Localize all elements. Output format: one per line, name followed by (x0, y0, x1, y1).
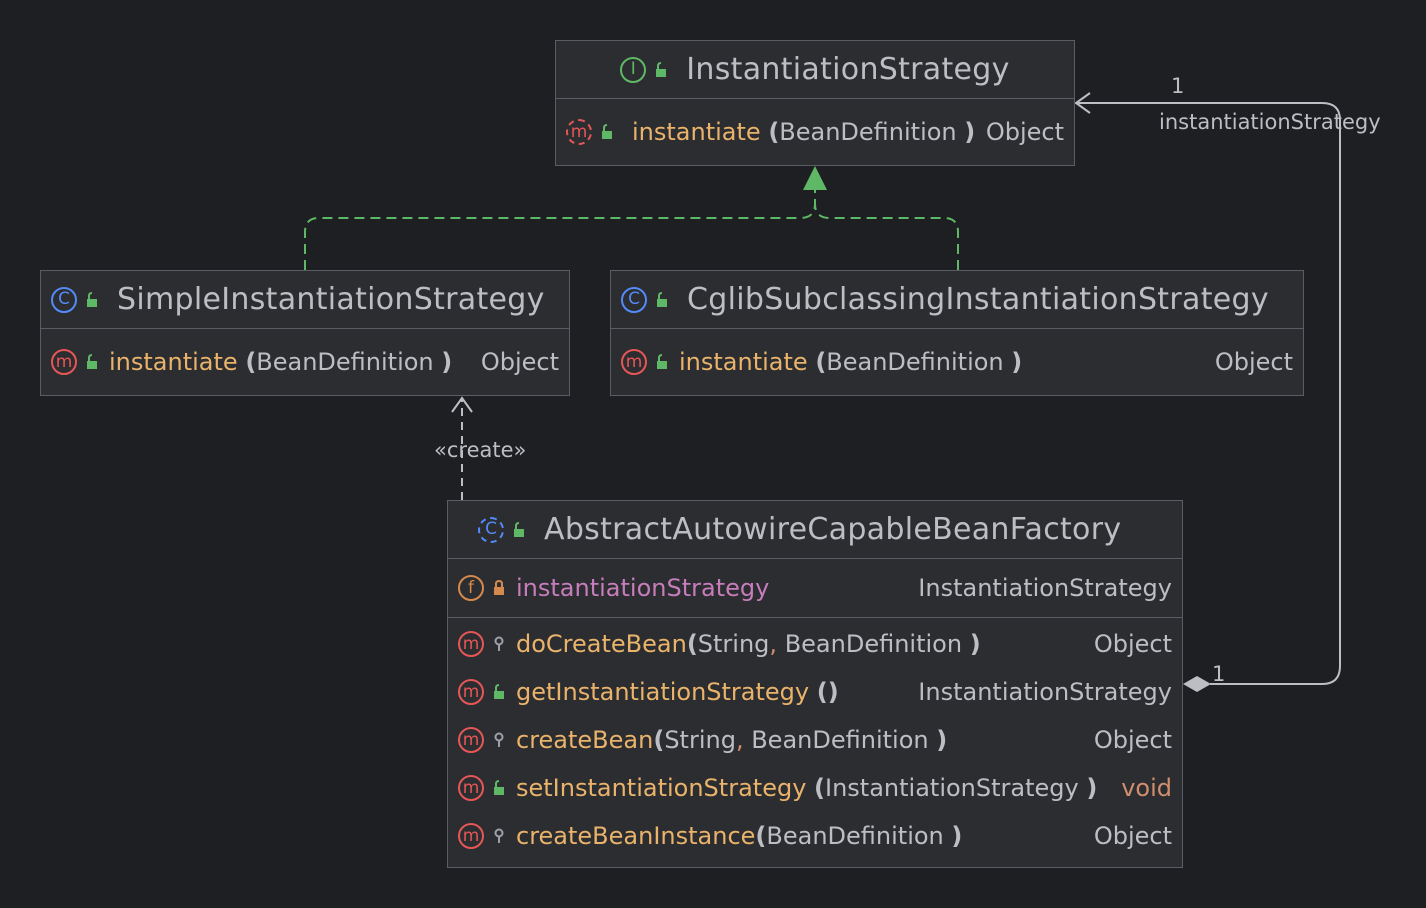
method-params: (BeanDefinition ) (755, 822, 963, 850)
method-return-type: void (1121, 774, 1172, 802)
field-row[interactable]: f instantiationStrategy InstantiationStr… (448, 559, 1182, 617)
fields-section: f instantiationStrategy InstantiationStr… (448, 559, 1182, 618)
class-icon: C (51, 286, 77, 313)
interface-icon: I (620, 56, 647, 83)
public-visibility-icon (87, 291, 97, 307)
method-params: () (816, 678, 839, 706)
method-row[interactable]: m instantiate (BeanDefinition ) Object (611, 329, 1303, 395)
method-return-type: Object (1093, 726, 1172, 754)
method-icon: m (458, 727, 484, 753)
simple-instantiation-strategy-header: C SimpleInstantiationStrategy (41, 271, 569, 329)
method-return-type: Object (1093, 630, 1172, 658)
association-source-multiplicity: 1 (1212, 662, 1226, 686)
field-type: InstantiationStrategy (918, 574, 1172, 602)
public-visibility-icon (87, 354, 97, 369)
association-role-label: instantiationStrategy (1159, 110, 1381, 134)
method-return-type: Object (480, 348, 559, 376)
method-params: (BeanDefinition ) (768, 118, 976, 146)
method-name: instantiate (679, 348, 808, 376)
cglib-subclassing-instantiation-strategy-header: C CglibSubclassingInstantiationStrategy (611, 271, 1303, 329)
method-name: setInstantiationStrategy (516, 774, 807, 802)
class-icon: C (621, 286, 647, 313)
public-visibility-icon (602, 124, 612, 139)
instantiation-strategy-interface[interactable]: I InstantiationStrategy m instantiate (B… (555, 40, 1075, 166)
method-name: createBean (516, 726, 654, 754)
public-visibility-icon (514, 521, 524, 537)
methods-section: m doCreateBean (String, BeanDefinition )… (448, 618, 1182, 860)
method-name: doCreateBean (516, 630, 687, 658)
instantiation-strategy-header: I InstantiationStrategy (556, 41, 1074, 99)
instantiation-strategy-title: InstantiationStrategy (686, 52, 1010, 87)
association-arrowhead (1074, 92, 1091, 114)
realization-arrowhead (803, 166, 827, 190)
public-visibility-icon (657, 354, 667, 369)
method-icon: m (51, 349, 77, 375)
method-params: (BeanDefinition ) (245, 348, 453, 376)
cglib-subclassing-instantiation-strategy-title: CglibSubclassingInstantiationStrategy (687, 282, 1269, 317)
protected-visibility-icon (494, 636, 504, 651)
simple-instantiation-strategy-methods: m instantiate (BeanDefinition ) Object (41, 329, 569, 395)
cglib-subclassing-instantiation-strategy-class[interactable]: C CglibSubclassingInstantiationStrategy … (610, 270, 1304, 396)
method-name: createBeanInstance (516, 822, 756, 850)
abstract-autowire-capable-bean-factory-class[interactable]: C AbstractAutowireCapableBeanFactory f i… (447, 500, 1183, 868)
public-visibility-icon (656, 61, 667, 77)
method-name: getInstantiationStrategy (516, 678, 810, 706)
protected-visibility-icon (494, 828, 504, 843)
method-icon: m (458, 775, 484, 801)
association-target-multiplicity: 1 (1171, 74, 1185, 98)
method-name: instantiate (632, 118, 761, 146)
realization-edge-simple (304, 190, 816, 270)
simple-instantiation-strategy-class[interactable]: C SimpleInstantiationStrategy m instanti… (40, 270, 570, 396)
cglib-subclassing-instantiation-strategy-methods: m instantiate (BeanDefinition ) Object (611, 329, 1303, 395)
method-row[interactable]: m doCreateBean (String, BeanDefinition )… (448, 620, 1182, 668)
method-row[interactable]: m getInstantiationStrategy () Instantiat… (448, 668, 1182, 716)
public-visibility-icon (657, 291, 667, 307)
method-row[interactable]: m setInstantiationStrategy (Instantiatio… (448, 764, 1182, 812)
method-name: instantiate (109, 348, 238, 376)
method-icon: m (621, 349, 647, 375)
public-visibility-icon (494, 780, 504, 795)
realization-edge-cglib (814, 203, 959, 270)
field-icon: f (458, 575, 484, 601)
method-params: (String, BeanDefinition ) (653, 726, 948, 754)
abstract-class-icon: C (478, 516, 504, 543)
protected-visibility-icon (494, 732, 504, 747)
method-icon: m (458, 823, 484, 849)
public-visibility-icon (494, 684, 504, 699)
method-params: (BeanDefinition ) (815, 348, 1023, 376)
method-return-type: Object (985, 118, 1064, 146)
method-icon: m (458, 679, 484, 705)
method-return-type: InstantiationStrategy (918, 678, 1172, 706)
instantiation-strategy-methods: m instantiate (BeanDefinition ) Object (556, 99, 1074, 165)
abstract-method-icon: m (566, 119, 592, 145)
simple-instantiation-strategy-title: SimpleInstantiationStrategy (117, 282, 545, 317)
aggregation-diamond (1183, 676, 1211, 692)
method-row[interactable]: m instantiate (BeanDefinition ) Object (41, 329, 569, 395)
create-dependency-arrowhead (451, 396, 473, 413)
create-stereotype-label: «create» (434, 438, 527, 462)
field-name: instantiationStrategy (516, 574, 770, 602)
method-row[interactable]: m instantiate (BeanDefinition ) Object (556, 99, 1074, 165)
private-visibility-icon (494, 580, 504, 595)
method-params: (InstantiationStrategy ) (814, 774, 1098, 802)
method-return-type: Object (1214, 348, 1293, 376)
abstract-autowire-capable-bean-factory-title: AbstractAutowireCapableBeanFactory (544, 512, 1122, 547)
method-row[interactable]: m createBeanInstance (BeanDefinition ) O… (448, 812, 1182, 860)
method-row[interactable]: m createBean (String, BeanDefinition ) O… (448, 716, 1182, 764)
method-return-type: Object (1093, 822, 1172, 850)
abstract-autowire-capable-bean-factory-header: C AbstractAutowireCapableBeanFactory (448, 501, 1182, 559)
method-icon: m (458, 631, 484, 657)
method-params: (String, BeanDefinition ) (686, 630, 981, 658)
